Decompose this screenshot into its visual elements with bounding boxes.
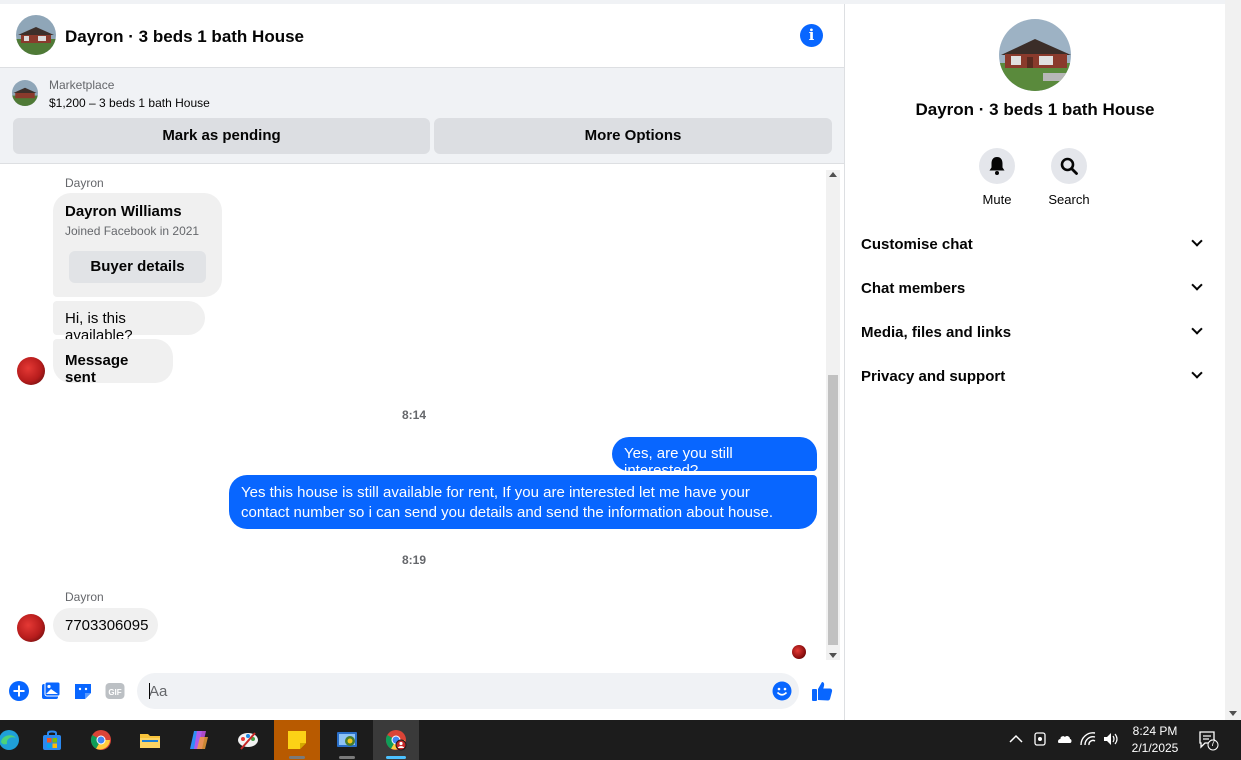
network-icon[interactable] xyxy=(1079,731,1097,749)
bell-icon xyxy=(989,157,1005,175)
section-label: Media, files and links xyxy=(861,324,1012,341)
mute-label: Mute xyxy=(982,192,1012,207)
chevron-down-icon xyxy=(1191,279,1203,291)
photo-icon[interactable] xyxy=(41,681,61,701)
copilot-icon xyxy=(190,731,208,749)
mark-as-pending-button[interactable]: Mark as pending xyxy=(13,118,430,154)
section-label: Chat members xyxy=(861,280,966,297)
chevron-down-icon xyxy=(1191,323,1203,335)
onedrive-cloud-icon[interactable] xyxy=(1055,731,1073,749)
seen-indicator-avatar xyxy=(792,645,806,659)
scroll-down-arrow[interactable] xyxy=(1229,711,1237,716)
message-line: Yes this house is still available for re… xyxy=(241,484,750,501)
plus-icon[interactable] xyxy=(9,681,29,701)
listing-price[interactable]: $1,200 – 3 beds 1 bath House xyxy=(49,96,210,110)
store-icon xyxy=(43,730,61,750)
gif-icon[interactable]: GIF xyxy=(105,681,125,701)
more-options-button[interactable]: More Options xyxy=(434,118,832,154)
buyer-joined: Joined Facebook in 2021 xyxy=(65,224,200,238)
timestamp: 8:14 xyxy=(401,408,427,422)
listing-avatar[interactable] xyxy=(16,15,56,55)
scroll-up-arrow[interactable] xyxy=(829,172,837,177)
messenger-window: Dayron · 3 beds 1 bath House i Marketpla… xyxy=(0,0,1241,720)
timestamp: 8:19 xyxy=(401,553,427,567)
clock-date: 2/1/2025 xyxy=(1131,741,1179,755)
chevron-down-icon xyxy=(1191,235,1203,247)
taskbar-paint[interactable] xyxy=(225,720,271,760)
info-icon[interactable]: i xyxy=(800,24,823,47)
chat-info-panel: Dayron · 3 beds 1 bath House Mute Search… xyxy=(845,4,1225,720)
chrome-profile-icon xyxy=(385,730,407,751)
page-scrollbar[interactable] xyxy=(1225,0,1241,720)
chat-title[interactable]: Dayron · 3 beds 1 bath House xyxy=(65,27,304,47)
search-label: Search xyxy=(1048,192,1090,207)
taskbar-chrome[interactable] xyxy=(78,720,124,760)
mute-button[interactable]: Mute xyxy=(967,148,1027,207)
chat-scrollbar[interactable] xyxy=(826,170,840,660)
listing-thumbnail[interactable] xyxy=(12,80,38,106)
outgoing-message[interactable]: Yes, are you still interested? xyxy=(612,437,817,479)
windows-taskbar: 8:24 PM 2/1/2025 7 xyxy=(0,720,1241,760)
like-icon[interactable] xyxy=(811,680,833,702)
scroll-down-arrow[interactable] xyxy=(829,653,837,658)
system-clock[interactable]: 8:24 PM 2/1/2025 xyxy=(1126,723,1184,757)
outgoing-message[interactable]: Yes this house is still available for re… xyxy=(229,475,817,529)
search-icon xyxy=(1060,157,1078,175)
app-icon xyxy=(337,732,357,747)
sender-name: Dayron xyxy=(65,176,104,190)
chat-pane: Dayron · 3 beds 1 bath House i Marketpla… xyxy=(0,4,845,720)
info-title: Dayron · 3 beds 1 bath House xyxy=(915,100,1155,119)
svg-text:GIF: GIF xyxy=(108,688,121,697)
section-customise-chat[interactable]: Customise chat xyxy=(861,225,1209,265)
chevron-down-icon xyxy=(1191,367,1203,379)
meet-now-icon[interactable] xyxy=(1031,731,1049,749)
message-list: Dayron Dayron Williams Joined Facebook i… xyxy=(0,165,826,665)
message-input[interactable] xyxy=(137,673,799,709)
emoji-icon[interactable] xyxy=(772,681,792,701)
notification-center-icon[interactable]: 7 xyxy=(1197,729,1219,751)
marketplace-bar: Marketplace $1,200 – 3 beds 1 bath House… xyxy=(0,68,844,164)
volume-icon[interactable] xyxy=(1102,731,1120,749)
buyer-details-button[interactable]: Buyer details xyxy=(69,251,206,283)
paint-icon xyxy=(238,732,258,750)
chat-header: Dayron · 3 beds 1 bath House i xyxy=(0,4,844,68)
taskbar-store[interactable] xyxy=(29,720,75,760)
taskbar-copilot[interactable] xyxy=(176,720,222,760)
taskbar-chrome-profile[interactable] xyxy=(373,720,419,760)
contact-avatar[interactable] xyxy=(17,614,45,642)
composer: GIF xyxy=(0,669,844,719)
section-label: Customise chat xyxy=(861,236,973,253)
taskbar-app[interactable] xyxy=(324,720,370,760)
listing-avatar-large[interactable] xyxy=(999,19,1071,91)
message-bubble[interactable]: 7703306095 xyxy=(53,608,158,642)
message-line: contact number so i can send you details… xyxy=(241,504,774,521)
buyer-card: Dayron Williams Joined Facebook in 2021 … xyxy=(53,193,222,297)
text-caret xyxy=(149,683,150,699)
file-explorer-icon xyxy=(140,734,160,748)
sender-name: Dayron xyxy=(65,590,104,604)
show-hidden-icons-chevron-up-icon[interactable] xyxy=(1007,731,1025,749)
section-chat-members[interactable]: Chat members xyxy=(861,269,1209,309)
section-media-files-links[interactable]: Media, files and links xyxy=(861,313,1209,353)
section-label: Privacy and support xyxy=(861,368,1006,385)
edge-icon xyxy=(0,730,19,750)
buyer-name: Dayron Williams xyxy=(65,203,182,220)
marketplace-label: Marketplace xyxy=(49,78,115,92)
contact-avatar[interactable] xyxy=(17,357,45,385)
notification-count: 7 xyxy=(1210,738,1216,748)
search-button[interactable]: Search xyxy=(1039,148,1099,207)
message-bubble[interactable]: Hi, is this available? xyxy=(53,301,205,344)
message-bubble[interactable]: Message sent xyxy=(53,339,173,386)
taskbar-edge[interactable] xyxy=(0,720,32,760)
sticky-notes-icon xyxy=(288,731,306,749)
chrome-icon xyxy=(90,730,111,750)
section-privacy-support[interactable]: Privacy and support xyxy=(861,357,1209,397)
taskbar-file-explorer[interactable] xyxy=(127,720,173,760)
taskbar-sticky-notes[interactable] xyxy=(274,720,320,760)
scroll-thumb[interactable] xyxy=(828,375,838,645)
clock-time: 8:24 PM xyxy=(1132,724,1178,738)
sticker-icon[interactable] xyxy=(73,681,93,701)
